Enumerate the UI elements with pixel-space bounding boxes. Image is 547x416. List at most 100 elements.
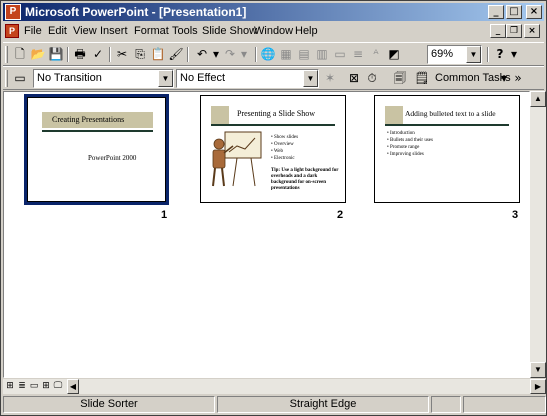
scroll-left-icon[interactable]: ◀ [67,379,79,394]
title-bar[interactable]: P Microsoft PowerPoint - [Presentation1]… [3,3,544,21]
slide-transition-icon[interactable]: ▭ [11,70,29,87]
slide-sorter-toolbar: ▭ No Transition ▼ No Effect ▼ ✶ ⊠ ⏱ 🗐 🗒 … [3,66,544,90]
bullet-item: Promote range [387,144,433,151]
standard-toolbar: 🗋 📂 💾 🖶 ✓ ✂ ⎘ 📋 🖌 ↶ ▾ ↷ ▾ 🌐 ▦ ▤ ▥ ▭ ≡ ᴬ … [3,42,544,66]
maximize-button[interactable]: □ [506,5,522,19]
powerpoint-window: P Microsoft PowerPoint - [Presentation1]… [0,0,547,416]
spelling-icon[interactable]: ✓ [89,46,107,63]
menu-file[interactable]: File [24,25,42,37]
status-view: Slide Sorter [3,396,215,413]
normal-view-icon[interactable]: ⊞ [5,380,15,392]
slide-view-icon[interactable]: ▭ [29,380,39,392]
copy-icon[interactable]: ⎘ [131,46,149,63]
rehearse-timings-icon[interactable]: ⏱ [363,70,381,87]
menu-window[interactable]: Window [254,25,293,37]
bullet-item: Introduction [387,130,433,137]
save-icon[interactable]: 💾 [47,46,65,63]
status-panel-empty [431,396,461,413]
bullet-item: Bullets and their uses [387,137,433,144]
scroll-up-icon[interactable]: ▲ [530,91,546,107]
menu-format[interactable]: Format [134,25,169,37]
hide-slide-icon[interactable]: ⊠ [345,70,363,87]
bullet-item: Web [271,148,298,155]
slide-1-title: Creating Presentations [52,115,125,124]
title-rule [385,124,509,126]
expand-all-icon[interactable]: ≡ [349,46,367,63]
chevron-down-icon[interactable]: ▼ [158,70,173,87]
slide-2-tip: Tip: Use a light background for overhead… [271,168,339,191]
slide-thumbnail-3[interactable]: Adding bulleted text to a slide Introduc… [374,95,520,203]
help-icon[interactable]: ? [491,46,509,63]
zoom-combo[interactable]: 69% ▼ [427,45,482,64]
print-icon[interactable]: 🖶 [71,46,89,63]
open-folder-icon[interactable]: 📂 [29,46,47,63]
effect-value: No Effect [180,72,226,84]
slide-number-3: 3 [512,209,519,221]
effect-select[interactable]: No Effect ▼ [176,69,319,88]
menu-insert[interactable]: Insert [100,25,128,37]
menu-edit[interactable]: Edit [48,25,67,37]
new-document-icon[interactable]: 🗋 [11,46,29,63]
close-button[interactable]: × [526,5,542,19]
powerpoint-app-icon[interactable]: P [5,4,21,20]
chevron-down-icon[interactable]: ▾ [499,70,509,87]
cut-icon[interactable]: ✂ [113,46,131,63]
transition-select[interactable]: No Transition ▼ [33,69,174,88]
redo-dropdown-icon[interactable]: ▾ [235,46,253,63]
transition-value: No Transition [37,72,102,84]
paste-icon[interactable]: 📋 [149,46,167,63]
speaker-notes-icon[interactable]: 🗒 [413,70,431,87]
slide-thumbnail-2[interactable]: Presenting a Slide Show Show slides Over… [200,95,346,203]
document-minimize-button[interactable]: _ [490,24,506,38]
outline-view-icon[interactable]: ≣ [17,380,27,392]
slide-show-view-icon[interactable]: 🖵 [53,380,63,392]
zoom-value: 69% [431,48,454,60]
toolbar-separator [109,47,111,62]
window-title: Microsoft PowerPoint - [Presentation1] [25,5,247,19]
bullet-item: Show slides [271,134,298,141]
status-panel-empty [463,396,546,413]
document-close-button[interactable]: × [524,24,540,38]
vertical-scrollbar[interactable]: ▲ ▼ [530,91,546,378]
chevron-down-icon[interactable]: ▼ [466,46,481,63]
summary-slide-icon[interactable]: 🗐 [391,70,409,87]
slide-3-bullets: Introduction Bullets and their uses Prom… [387,130,433,158]
menu-tools[interactable]: Tools [172,25,198,37]
presenter-clipart [212,131,262,187]
toolbar-grip[interactable] [5,70,8,87]
insert-chart-icon[interactable]: ▥ [313,46,331,63]
slide-number-2: 2 [337,209,344,221]
toolbar-options-icon[interactable]: » [513,70,523,87]
slide-thumbnail-1[interactable]: Creating Presentations PowerPoint 2000 [27,97,166,202]
new-slide-icon[interactable]: ▭ [331,46,349,63]
slide-sorter-pane[interactable]: Creating Presentations PowerPoint 2000 1… [3,91,530,378]
bullet-item: Electronic [271,155,298,162]
slide-number-1: 1 [161,209,168,221]
help-dropdown-icon[interactable]: ▾ [509,46,519,63]
title-band [211,106,229,124]
horizontal-scrollbar[interactable]: ⊞ ≣ ▭ ⊞ 🖵 ◀ ▶ [3,378,546,394]
chevron-down-icon[interactable]: ▼ [303,70,318,87]
title-rule [42,130,153,132]
show-formatting-icon[interactable]: ᴬ [367,46,385,63]
scroll-down-icon[interactable]: ▼ [530,362,546,378]
insert-table-icon[interactable]: ▤ [295,46,313,63]
slide-sorter-view-icon[interactable]: ⊞ [41,380,51,392]
format-painter-icon[interactable]: 🖌 [167,46,185,63]
status-design: Straight Edge [217,396,429,413]
tables-borders-icon[interactable]: ▦ [277,46,295,63]
document-restore-button[interactable]: ❐ [506,24,522,38]
toolbar-separator [187,47,189,62]
menu-slide-show[interactable]: Slide Show [202,25,257,37]
toolbar-separator [255,47,257,62]
toolbar-grip[interactable] [5,46,8,63]
grayscale-preview-icon[interactable]: ◩ [385,46,403,63]
menu-view[interactable]: View [73,25,97,37]
scroll-right-icon[interactable]: ▶ [530,379,546,394]
menu-help[interactable]: Help [295,25,318,37]
minimize-button[interactable]: _ [488,5,504,19]
toolbar-separator [487,47,489,62]
animation-preview-icon[interactable]: ✶ [321,70,339,87]
document-control-icon[interactable]: P [5,24,19,38]
insert-hyperlink-icon[interactable]: 🌐 [259,46,277,63]
